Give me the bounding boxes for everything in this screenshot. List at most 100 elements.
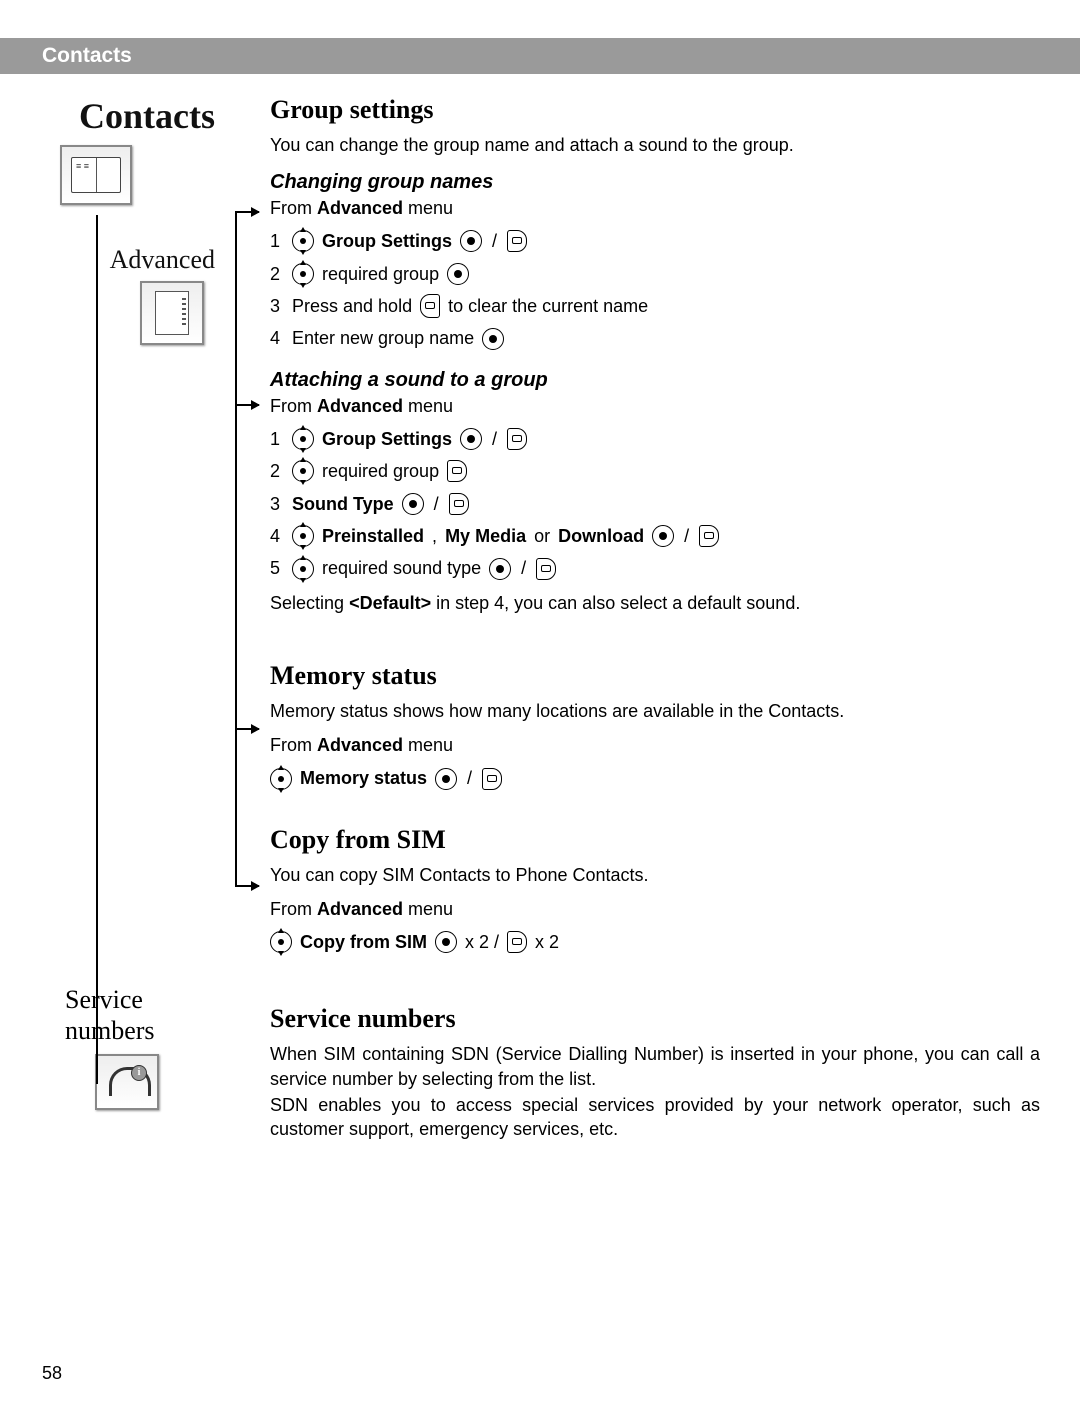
- from-bold-4: Advanced: [317, 899, 403, 919]
- label-enter-name: Enter new group name: [292, 322, 474, 354]
- sidebar-service-block: Service numbers: [65, 984, 215, 1110]
- step-num: 1: [270, 225, 284, 257]
- nav-key-icon: [292, 428, 314, 450]
- sidebar: Contacts Advanced Service numbers: [40, 95, 255, 345]
- main-content: Group settings You can change the group …: [270, 95, 1040, 1154]
- sidebar-advanced-title: Advanced: [40, 245, 255, 275]
- header-title: Contacts: [42, 44, 132, 68]
- step-num: 4: [270, 520, 284, 552]
- note-b: in step 4, you can also select a default…: [431, 593, 800, 613]
- text-copy-intro: You can copy SIM Contacts to Phone Conta…: [270, 863, 1040, 887]
- soft-key-icon: [699, 525, 719, 547]
- from-bold-3: Advanced: [317, 735, 403, 755]
- label-required-group: required group: [322, 258, 439, 290]
- steps-copy-sim: Copy from SIM x 2 / x 2: [270, 926, 1040, 958]
- step-as-4: 4 Preinstalled, My Media or Download /: [270, 520, 1040, 552]
- from-bold-1: Advanced: [317, 198, 403, 218]
- connector-vertical-contacts: [96, 215, 98, 1084]
- step-copy-sim: Copy from SIM x 2 / x 2: [270, 926, 1040, 958]
- label-copy-from-sim: Copy from SIM: [300, 926, 427, 958]
- soft-key-icon: [449, 493, 469, 515]
- from-prefix-2: From: [270, 396, 317, 416]
- from-prefix-1: From: [270, 198, 317, 218]
- from-line-3: From Advanced menu: [270, 735, 1040, 756]
- page-number: 58: [42, 1363, 62, 1384]
- step-num: 3: [270, 488, 284, 520]
- nav-key-icon: [292, 230, 314, 252]
- center-key-icon: [482, 328, 504, 350]
- slash: /: [434, 488, 439, 520]
- step-cn-2: 2 required group: [270, 258, 1040, 290]
- advanced-doc-icon: [140, 281, 204, 345]
- step-cn-3: 3 Press and hold to clear the current na…: [270, 290, 1040, 322]
- subheading-changing-names: Changing group names: [270, 171, 1040, 194]
- nav-key-icon: [292, 263, 314, 285]
- soft-key-icon: [507, 428, 527, 450]
- label-required-sound: required sound type: [322, 552, 481, 584]
- step-num: 2: [270, 455, 284, 487]
- center-key-icon: [489, 558, 511, 580]
- note-a: Selecting: [270, 593, 349, 613]
- connector-arrow-1: [235, 211, 259, 213]
- sep: ,: [432, 520, 437, 552]
- soft-key-icon: [447, 460, 467, 482]
- text-memory-intro: Memory status shows how many locations a…: [270, 699, 1040, 723]
- step-num: 2: [270, 258, 284, 290]
- connector-arrow-2: [235, 404, 259, 406]
- nav-key-icon: [292, 460, 314, 482]
- step-cn-1: 1 Group Settings /: [270, 225, 1040, 257]
- from-bold-2: Advanced: [317, 396, 403, 416]
- from-prefix-4: From: [270, 899, 317, 919]
- label-sound-type: Sound Type: [292, 488, 394, 520]
- label-clear-name: to clear the current name: [448, 290, 648, 322]
- label-my-media: My Media: [445, 520, 526, 552]
- slash: /: [521, 552, 526, 584]
- connector-vertical-advanced: [235, 211, 237, 886]
- center-key-icon: [447, 263, 469, 285]
- from-suffix-3: menu: [403, 735, 453, 755]
- label-x2-2: x 2: [535, 926, 559, 958]
- steps-attach-sound: 1 Group Settings / 2 required group 3 So…: [270, 423, 1040, 585]
- step-as-2: 2 required group: [270, 455, 1040, 487]
- subheading-attach-sound: Attaching a sound to a group: [270, 369, 1040, 392]
- label-x2-1: x 2 /: [465, 926, 499, 958]
- center-key-icon: [460, 428, 482, 450]
- from-prefix-3: From: [270, 735, 317, 755]
- sidebar-contacts-title: Contacts: [40, 95, 255, 137]
- from-suffix-1: menu: [403, 198, 453, 218]
- center-key-icon: [402, 493, 424, 515]
- step-cn-4: 4 Enter new group name: [270, 322, 1040, 354]
- center-key-icon: [460, 230, 482, 252]
- label-download: Download: [558, 520, 644, 552]
- soft-key-icon: [482, 768, 502, 790]
- from-line-1: From Advanced menu: [270, 198, 1040, 219]
- step-memory: Memory status /: [270, 762, 1040, 794]
- clear-key-icon: [420, 294, 440, 318]
- page-body: Contacts Advanced Service numbers Group …: [40, 95, 1040, 1358]
- heading-group-settings: Group settings: [270, 95, 1040, 125]
- soft-key-icon: [536, 558, 556, 580]
- steps-changing-names: 1 Group Settings / 2 required group 3 Pr…: [270, 225, 1040, 355]
- service-headset-icon: [95, 1054, 159, 1110]
- connector-arrow-4: [235, 885, 259, 887]
- label-or: or: [534, 520, 550, 552]
- slash: /: [492, 225, 497, 257]
- label-memory-status: Memory status: [300, 762, 427, 794]
- center-key-icon: [435, 931, 457, 953]
- step-num: 3: [270, 290, 284, 322]
- from-suffix-4: menu: [403, 899, 453, 919]
- note-bold: <Default>: [349, 593, 431, 613]
- center-key-icon: [652, 525, 674, 547]
- from-line-2: From Advanced menu: [270, 396, 1040, 417]
- step-num: 1: [270, 423, 284, 455]
- label-preinstalled: Preinstalled: [322, 520, 424, 552]
- label-required-group: required group: [322, 455, 439, 487]
- from-suffix-2: menu: [403, 396, 453, 416]
- slash: /: [684, 520, 689, 552]
- heading-service-numbers: Service numbers: [270, 1004, 1040, 1034]
- text-group-intro: You can change the group name and attach…: [270, 133, 1040, 157]
- nav-key-icon: [292, 558, 314, 580]
- heading-copy-sim: Copy from SIM: [270, 825, 1040, 855]
- heading-memory-status: Memory status: [270, 661, 1040, 691]
- text-service-2: SDN enables you to access special servic…: [270, 1093, 1040, 1142]
